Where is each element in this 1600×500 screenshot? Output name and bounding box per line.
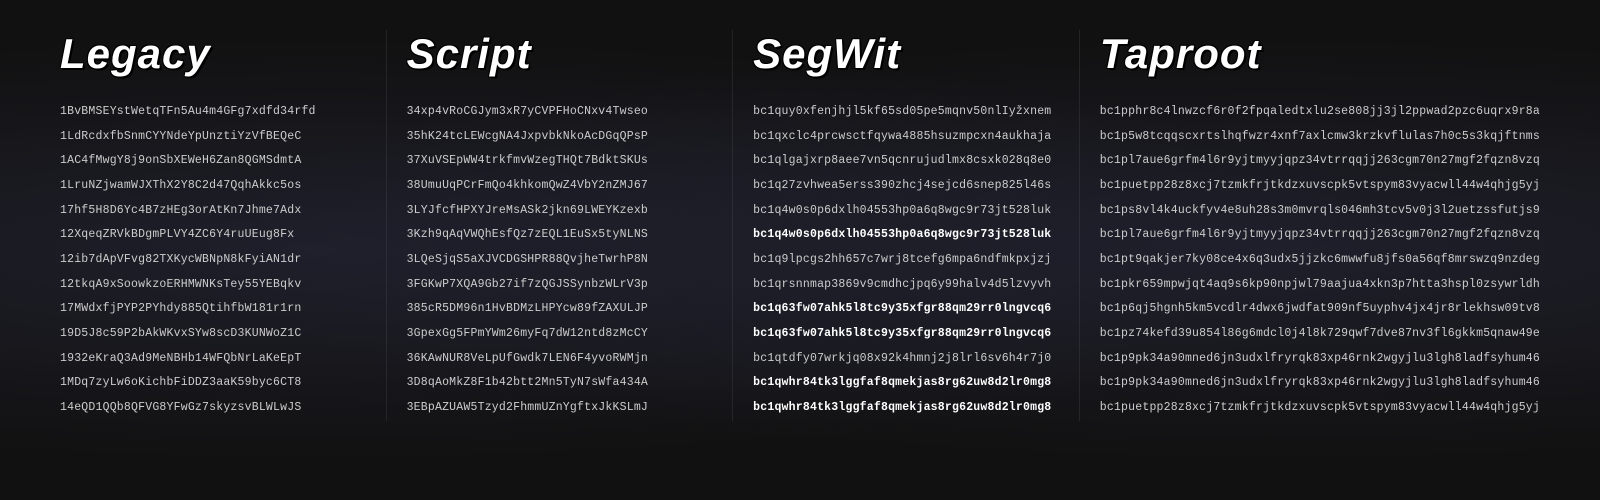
legacy-address-list: 1BvBMSEYstWetqTFn5Au4m4GFg7xdfd34rfd1LdR… — [60, 100, 366, 421]
taproot-address-list: bc1pphr8c4lnwzcf6r0f2fpqaledtxlu2se808jj… — [1100, 100, 1540, 421]
address-item[interactable]: bc1q9lpcgs2hh657c7wrj8tcefg6mpa6ndfmkpxj… — [753, 248, 1059, 273]
address-item[interactable]: bc1pphr8c4lnwzcf6r0f2fpqaledtxlu2se808jj… — [1100, 100, 1540, 125]
address-item[interactable]: bc1p9pk34a90mned6jn3udxlfryrqk83xp46rnk2… — [1100, 371, 1540, 396]
address-item[interactable]: bc1qwhr84tk3lggfaf8qmekjas8rg62uw8d2lr0m… — [753, 371, 1059, 396]
column-taproot: Taproot bc1pphr8c4lnwzcf6r0f2fpqaledtxlu2… — [1080, 30, 1560, 421]
address-item[interactable]: 12tkqA9xSoowkzoERHMWNKsTey55YEBqkv — [60, 273, 366, 298]
address-item[interactable]: bc1ps8vl4k4uckfyv4e8uh28s3m0mvrqls046mh3… — [1100, 199, 1540, 224]
address-item[interactable]: 3D8qAoMkZ8F1b42btt2Mn5TyN7sWfa434A — [407, 371, 713, 396]
address-item[interactable]: bc1quy0xfenjhjl5kf65sd05pe5mqnv50nlIyžxn… — [753, 100, 1059, 125]
address-item[interactable]: 3EBpAZUAW5Tzyd2FhmmUZnYgftxJkKSLmJ — [407, 396, 713, 421]
address-item[interactable]: bc1pl7aue6grfm4l6r9yjtmyyjqpz34vtrrqqjj2… — [1100, 223, 1540, 248]
address-item[interactable]: 14eQD1QQb8QFVG8YFwGz7skyzsvBLWLwJS — [60, 396, 366, 421]
address-item[interactable]: bc1qlgajxrp8aee7vn5qcnrujudlmx8csxk028q8… — [753, 149, 1059, 174]
address-item[interactable]: bc1pz74kefd39u854l86g6mdcl0j4l8k729qwf7d… — [1100, 322, 1540, 347]
address-item[interactable]: bc1q27zvhwea5erss390zhcj4sejcd6snep825l4… — [753, 174, 1059, 199]
address-item[interactable]: bc1pt9qakjer7ky08ce4x6q3udx5jjzkc6mwwfu8… — [1100, 248, 1540, 273]
address-item[interactable]: bc1qxclc4prcwsctfqywa4885hsuzmpcxn4aukha… — [753, 125, 1059, 150]
address-item[interactable]: 19D5J8c59P2bAkWKvxSYw8scD3KUNWoZ1C — [60, 322, 366, 347]
legacy-title: Legacy — [60, 30, 366, 78]
address-item[interactable]: 1LruNZjwamWJXThX2Y8C2d47QqhAkkc5os — [60, 174, 366, 199]
address-item[interactable]: 3FGKwP7XQA9Gb27if7zQGJSSynbzWLrV3p — [407, 273, 713, 298]
segwit-title: SegWit — [753, 30, 1059, 78]
address-item[interactable]: 35hK24tcLEWcgNA4JxpvbkNkoAcDGqQPsP — [407, 125, 713, 150]
column-segwit: SegWit bc1quy0xfenjhjl5kf65sd05pe5mqnv50n… — [733, 30, 1080, 421]
address-item[interactable]: bc1puetpp28z8xcj7tzmkfrjtkdzxuvscpk5vtsp… — [1100, 396, 1540, 421]
address-item[interactable]: bc1qwhr84tk3lggfaf8qmekjas8rg62uw8d2lr0m… — [753, 396, 1059, 421]
column-script: Script 34xp4vRoCGJym3xR7yCVPFHoCNxv4Twseo… — [387, 30, 734, 421]
address-item[interactable]: bc1q63fw07ahk5l8tc9y35xfgr88qm29rr0lngvc… — [753, 322, 1059, 347]
address-item[interactable]: 3Kzh9qAqVWQhEsfQz7zEQL1EuSx5tyNLNS — [407, 223, 713, 248]
address-item[interactable]: 385cR5DM96n1HvBDMzLHPYcw89fZAXULJP — [407, 297, 713, 322]
address-item[interactable]: 34xp4vRoCGJym3xR7yCVPFHoCNxv4Twseo — [407, 100, 713, 125]
address-item[interactable]: 17hf5H8D6Yc4B7zHEg3orAtKn7Jhme7Adx — [60, 199, 366, 224]
address-item[interactable]: 3LQeSjqS5aXJVCDGSHPR88QvjheTwrhP8N — [407, 248, 713, 273]
address-item[interactable]: bc1pl7aue6grfm4l6r9yjtmyyjqpz34vtrrqqjj2… — [1100, 149, 1540, 174]
address-item[interactable]: 3LYJfcfHPXYJreMsASk2jkn69LWEYKzexb — [407, 199, 713, 224]
address-item[interactable]: bc1qrsnnmap3869v9cmdhcjpq6y99halv4d5lzvy… — [753, 273, 1059, 298]
address-item[interactable]: 38UmuUqPCrFmQo4khkomQwZ4VbY2nZMJ67 — [407, 174, 713, 199]
address-item[interactable]: bc1qtdfy07wrkjq08x92k4hmnj2j8lrl6sv6h4r7… — [753, 347, 1059, 372]
main-container: Legacy 1BvBMSEYstWetqTFn5Au4m4GFg7xdfd34r… — [0, 0, 1600, 451]
segwit-address-list: bc1quy0xfenjhjl5kf65sd05pe5mqnv50nlIyžxn… — [753, 100, 1059, 421]
address-item[interactable]: 1AC4fMwgY8j9onSbXEWeH6Zan8QGMSdmtA — [60, 149, 366, 174]
address-item[interactable]: bc1p6qj5hgnh5km5vcdlr4dwx6jwdfat909nf5uy… — [1100, 297, 1540, 322]
address-item[interactable]: 37XuVSEpWW4trkfmvWzegTHQt7BdktSKUs — [407, 149, 713, 174]
address-item[interactable]: 36KAwNUR8VeLpUfGwdk7LEN6F4yvoRWMjn — [407, 347, 713, 372]
address-item[interactable]: 1MDq7zyLw6oKichbFiDDZ3aaK59byc6CT8 — [60, 371, 366, 396]
address-item[interactable]: bc1q63fw07ahk5l8tc9y35xfgr88qm29rr0lngvc… — [753, 297, 1059, 322]
address-item[interactable]: bc1puetpp28z8xcj7tzmkfrjtkdzxuvscpk5vtsp… — [1100, 174, 1540, 199]
address-item[interactable]: 12ib7dApVFvg82TXKycWBNpN8kFyiAN1dr — [60, 248, 366, 273]
address-item[interactable]: 1932eKraQ3Ad9MeNBHb14WFQbNrLaKeEpT — [60, 347, 366, 372]
address-item[interactable]: bc1p5w8tcqqscxrtslhqfwzr4xnf7axlcmw3krzk… — [1100, 125, 1540, 150]
address-item[interactable]: bc1p9pk34a90mned6jn3udxlfryrqk83xp46rnk2… — [1100, 347, 1540, 372]
script-address-list: 34xp4vRoCGJym3xR7yCVPFHoCNxv4Twseo35hK24… — [407, 100, 713, 421]
address-item[interactable]: bc1q4w0s0p6dxlh04553hp0a6q8wgc9r73jt528l… — [753, 223, 1059, 248]
address-item[interactable]: 3GpexGg5FPmYWm26myFq7dW12ntd8zMcCY — [407, 322, 713, 347]
column-legacy: Legacy 1BvBMSEYstWetqTFn5Au4m4GFg7xdfd34r… — [40, 30, 387, 421]
script-title: Script — [407, 30, 713, 78]
address-item[interactable]: 1BvBMSEYstWetqTFn5Au4m4GFg7xdfd34rfd — [60, 100, 366, 125]
address-item[interactable]: bc1q4w0s0p6dxlh04553hp0a6q8wgc9r73jt528l… — [753, 199, 1059, 224]
address-item[interactable]: 12XqeqZRVkBDgmPLVY4ZC6Y4ruUEug8Fx — [60, 223, 366, 248]
taproot-title: Taproot — [1100, 30, 1540, 78]
address-item[interactable]: bc1pkr659mpwjqt4aq9s6kp90npjwl79aajua4xk… — [1100, 273, 1540, 298]
address-item[interactable]: 1LdRcdxfbSnmCYYNdeYpUnztiYzVfBEQeC — [60, 125, 366, 150]
address-item[interactable]: 17MWdxfjPYP2PYhdy885QtihfbW181r1rn — [60, 297, 366, 322]
